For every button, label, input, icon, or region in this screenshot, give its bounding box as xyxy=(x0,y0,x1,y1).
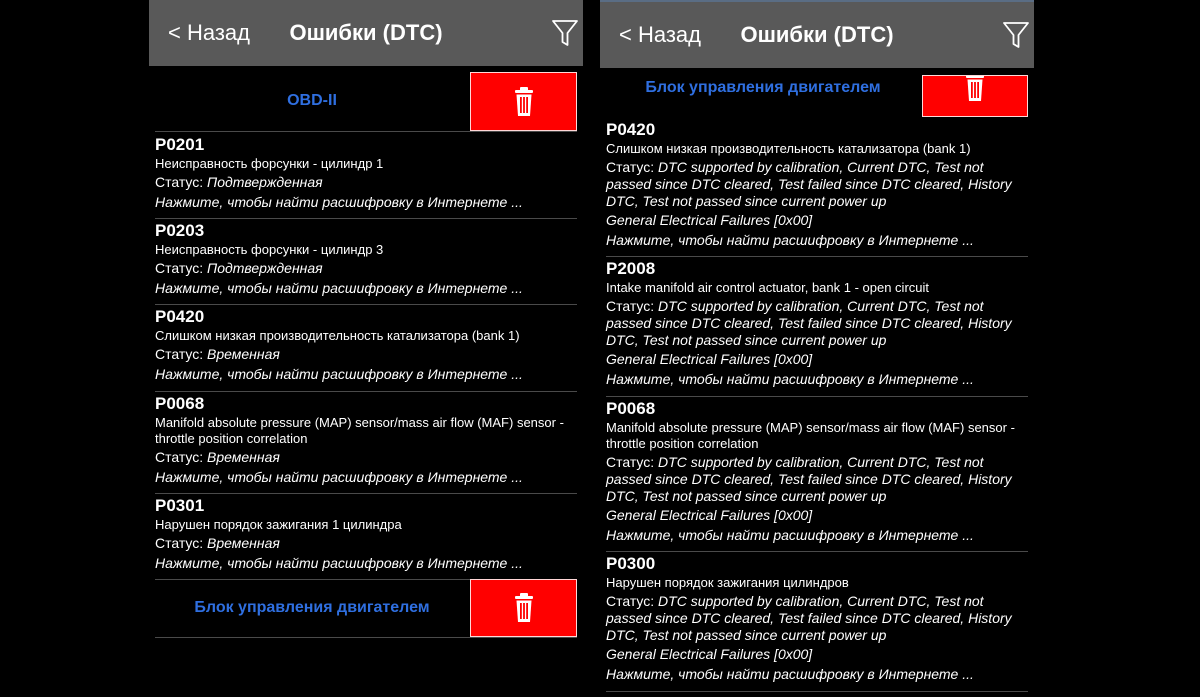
dtc-status: Статус: DTC supported by calibration, Cu… xyxy=(606,593,1028,644)
dtc-item[interactable]: P0068 Manifold absolute pressure (MAP) s… xyxy=(155,392,577,494)
failure-type: General Electrical Failures [0x00] xyxy=(606,212,813,228)
dtc-status: Статус: DTC supported by calibration, Cu… xyxy=(606,454,1028,505)
status-label: Статус: xyxy=(606,593,659,609)
dtc-item[interactable]: P0420 Слишком низкая производительность … xyxy=(606,118,1028,257)
search-online-link[interactable]: Нажмите, чтобы найти расшифровку в Интер… xyxy=(155,366,577,383)
dtc-item[interactable]: P0301 Нарушен порядок зажигания 1 цилинд… xyxy=(155,494,577,580)
dtc-code: P0201 xyxy=(155,135,205,154)
status-value: DTC supported by calibration, Current DT… xyxy=(606,454,1012,504)
search-online-link[interactable]: Нажмите, чтобы найти расшифровку в Интер… xyxy=(606,527,1028,544)
section-header-engine: Блок управления двигателем xyxy=(606,68,1028,118)
back-button[interactable]: < Назад xyxy=(619,22,701,48)
filter-icon[interactable] xyxy=(1002,20,1030,50)
dtc-status: Статус: Подтвержденная xyxy=(155,174,577,191)
dtc-item[interactable]: P0420 Слишком низкая производительность … xyxy=(155,305,577,392)
status-value: DTC supported by calibration, Current DT… xyxy=(606,298,1012,348)
failure-type: General Electrical Failures [0x00] xyxy=(606,646,813,662)
divider xyxy=(155,131,577,132)
dtc-status: Статус: DTC supported by calibration, Cu… xyxy=(606,159,1028,210)
search-online-link[interactable]: Нажмите, чтобы найти расшифровку в Интер… xyxy=(155,469,577,486)
search-online-link[interactable]: Нажмите, чтобы найти расшифровку в Интер… xyxy=(155,194,577,211)
status-label: Статус: xyxy=(606,298,659,314)
search-online-link[interactable]: Нажмите, чтобы найти расшифровку в Интер… xyxy=(606,232,1028,249)
status-value: DTC supported by calibration, Current DT… xyxy=(606,159,1012,209)
dtc-code: P2008 xyxy=(606,259,656,278)
trash-icon xyxy=(514,593,533,622)
status-value: Временная xyxy=(207,449,280,465)
dtc-status: Статус: DTC supported by calibration, Cu… xyxy=(606,298,1028,349)
right-screen: < Назад Ошибки (DTC) Блок управления дви… xyxy=(600,0,1034,697)
status-label: Статус: xyxy=(155,346,208,362)
dtc-description: Manifold absolute pressure (MAP) sensor/… xyxy=(155,415,564,446)
dtc-status: Статус: Временная xyxy=(155,535,577,552)
dtc-description: Manifold absolute pressure (MAP) sensor/… xyxy=(606,420,1015,451)
divider xyxy=(155,637,577,638)
dtc-code: P0068 xyxy=(606,399,656,418)
dtc-item[interactable]: P0300 Нарушен порядок зажигания цилиндро… xyxy=(606,552,1028,692)
dtc-description: Нарушен порядок зажигания 1 цилиндра xyxy=(155,517,402,532)
failure-type: General Electrical Failures [0x00] xyxy=(606,351,813,367)
delete-button[interactable] xyxy=(470,579,577,637)
trash-icon xyxy=(966,76,984,101)
status-value: Подтвержденная xyxy=(207,260,323,276)
section-title: Блок управления двигателем xyxy=(194,599,430,616)
dtc-code: P0301 xyxy=(155,496,205,515)
status-label: Статус: xyxy=(606,159,659,175)
dtc-list: P0201 Неисправность форсунки - цилиндр 1… xyxy=(155,133,577,580)
dtc-list: P0420 Слишком низкая производительность … xyxy=(606,118,1028,692)
app-header: < Назад Ошибки (DTC) xyxy=(149,0,583,66)
search-online-link[interactable]: Нажмите, чтобы найти расшифровку в Интер… xyxy=(606,371,1028,388)
section-header-engine: Блок управления двигателем xyxy=(155,579,577,639)
dtc-code: P0420 xyxy=(155,307,205,326)
dtc-item[interactable]: P0203 Неисправность форсунки - цилиндр 3… xyxy=(155,219,577,305)
dtc-code: P0203 xyxy=(155,221,205,240)
dtc-description: Нарушен порядок зажигания цилиндров xyxy=(606,575,849,590)
dtc-description: Слишком низкая производительность катали… xyxy=(606,141,971,156)
dtc-item[interactable]: P0201 Неисправность форсунки - цилиндр 1… xyxy=(155,133,577,219)
dtc-code: P0068 xyxy=(155,394,205,413)
dtc-status: Статус: Временная xyxy=(155,346,577,363)
dtc-status: Статус: Временная xyxy=(155,449,577,466)
dtc-description: Intake manifold air control actuator, ba… xyxy=(606,280,930,295)
status-label: Статус: xyxy=(606,454,659,470)
dtc-code: P0300 xyxy=(606,554,656,573)
status-label: Статус: xyxy=(155,174,208,190)
trash-icon xyxy=(514,86,533,116)
delete-button[interactable] xyxy=(470,72,577,131)
status-value: Временная xyxy=(207,346,280,362)
dtc-code: P0420 xyxy=(606,120,656,139)
status-value: DTC supported by calibration, Current DT… xyxy=(606,593,1012,643)
status-label: Статус: xyxy=(155,260,208,276)
back-button[interactable]: < Назад xyxy=(168,20,250,46)
app-header: < Назад Ошибки (DTC) xyxy=(600,0,1034,68)
dtc-item[interactable]: P2008 Intake manifold air control actuat… xyxy=(606,257,1028,397)
search-online-link[interactable]: Нажмите, чтобы найти расшифровку в Интер… xyxy=(155,280,577,297)
status-value: Временная xyxy=(207,535,280,551)
dtc-item[interactable]: P0068 Manifold absolute pressure (MAP) s… xyxy=(606,397,1028,552)
delete-button[interactable] xyxy=(922,75,1028,117)
filter-icon[interactable] xyxy=(551,18,579,48)
section-title: OBD-II xyxy=(287,92,337,109)
status-value: Подтвержденная xyxy=(207,174,323,190)
dtc-status: Статус: Подтвержденная xyxy=(155,260,577,277)
left-screen: < Назад Ошибки (DTC) OBD-II P0201 Неиспр… xyxy=(149,0,583,697)
status-label: Статус: xyxy=(155,449,208,465)
section-title: Блок управления двигателем xyxy=(645,79,881,96)
section-header-obd: OBD-II xyxy=(155,72,577,132)
dtc-description: Неисправность форсунки - цилиндр 1 xyxy=(155,156,384,171)
search-online-link[interactable]: Нажмите, чтобы найти расшифровку в Интер… xyxy=(606,666,1028,683)
status-label: Статус: xyxy=(155,535,208,551)
failure-type: General Electrical Failures [0x00] xyxy=(606,507,813,523)
dtc-description: Неисправность форсунки - цилиндр 3 xyxy=(155,242,384,257)
search-online-link[interactable]: Нажмите, чтобы найти расшифровку в Интер… xyxy=(155,555,577,572)
dtc-description: Слишком низкая производительность катали… xyxy=(155,328,520,343)
